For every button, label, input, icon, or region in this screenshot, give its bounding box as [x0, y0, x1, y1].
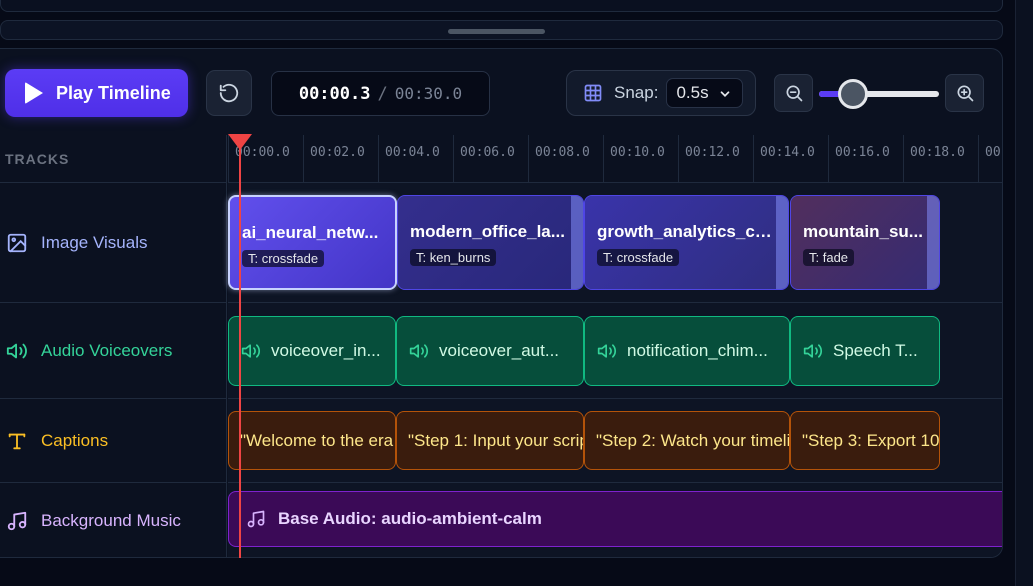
clip-trim-handle[interactable] [571, 196, 583, 289]
ruler-tick: 00:12.0 [678, 135, 740, 183]
music-clip[interactable]: Base Audio: audio-ambient-calm [228, 491, 1002, 547]
ruler-tick: 00:10.0 [603, 135, 665, 183]
speaker-icon [597, 344, 617, 358]
track-lane-image: ai_neural_netw... T: crossfade modern_of… [228, 183, 1002, 303]
ruler-tick: 00:04.0 [378, 135, 440, 183]
current-time: 00:00.3 [298, 83, 371, 104]
zoom-slider-thumb[interactable] [838, 79, 868, 109]
ruler-tick: 00:18.0 [903, 135, 965, 183]
time-ruler[interactable]: 00:00.0 00:02.0 00:04.0 00:06.0 00:08.0 … [228, 135, 1002, 183]
reset-icon [219, 83, 239, 103]
play-timeline-label: Play Timeline [56, 82, 171, 103]
audio-clip[interactable]: Speech T... [790, 316, 940, 386]
track-label-music: Background Music [0, 483, 227, 557]
chevron-down-icon [721, 91, 730, 97]
zoom-out-icon [786, 85, 802, 102]
ruler-tick: 00:06.0 [453, 135, 515, 183]
text-icon [8, 433, 26, 449]
zoom-in-button[interactable] [945, 74, 984, 112]
clip-name: growth_analytics_ch... [597, 222, 779, 241]
ruler-tick: 00:16.0 [828, 135, 890, 183]
clip-name: Base Audio: audio-ambient-calm [278, 509, 542, 528]
zoom-slider[interactable] [819, 91, 939, 97]
clip-text: "Step 2: Watch your timelin [596, 430, 789, 450]
panel-resize-bar[interactable] [0, 20, 1003, 40]
clip-transition: T: ken_burns [410, 249, 497, 266]
clip-transition: T: crossfade [597, 249, 680, 266]
snap-control: Snap: 0.5s [566, 70, 756, 116]
clip-text: "Step 1: Input your scrip [408, 430, 583, 450]
playhead-handle[interactable] [228, 134, 252, 150]
image-clip[interactable]: growth_analytics_ch... T: crossfade [584, 195, 789, 290]
play-timeline-button[interactable]: Play Timeline [5, 69, 188, 117]
clip-text: "Step 3: Export 108 [802, 430, 939, 450]
clip-name: modern_office_la... [410, 222, 565, 241]
caption-clip[interactable]: "Welcome to the era o [228, 411, 396, 470]
audio-clip[interactable]: voiceover_aut... [396, 316, 584, 386]
track-label-captions: Captions [0, 399, 227, 483]
page-scrollbar[interactable] [1015, 0, 1033, 586]
reset-button[interactable] [206, 70, 252, 116]
resize-handle[interactable] [448, 29, 545, 34]
track-label-image: Image Visuals [0, 183, 227, 303]
clip-thumbnail [585, 196, 788, 289]
clip-name: Speech T... [833, 341, 918, 360]
music-icon [7, 511, 27, 530]
clip-name: ai_neural_netw... [242, 223, 379, 242]
time-separator: / [377, 83, 388, 104]
track-name: Image Visuals [41, 232, 148, 252]
snap-value: 0.5s [676, 83, 709, 102]
snap-label: Snap: [614, 83, 659, 102]
clip-transition: T: crossfade [242, 250, 325, 267]
image-icon [7, 233, 27, 252]
speaker-icon [6, 343, 27, 358]
track-name: Captions [41, 430, 109, 450]
track-lane-audio: voiceover_in... voiceover_aut... notific… [228, 303, 1002, 399]
ruler-tick: 00:14.0 [753, 135, 815, 183]
clip-thumbnail [791, 196, 939, 289]
clip-name: mountain_su... [803, 222, 923, 241]
audio-clip[interactable]: notification_chim... [584, 316, 790, 386]
time-display: 00:00.3 / 00:30.0 [271, 71, 490, 116]
clip-thumbnail [398, 196, 583, 289]
track-lane-music: Base Audio: audio-ambient-calm [228, 483, 1002, 557]
tracks-header: TRACKS [0, 135, 227, 183]
grid-icon [584, 84, 602, 102]
caption-clip[interactable]: "Step 1: Input your scrip [396, 411, 584, 470]
clip-text: "Welcome to the era o [240, 430, 395, 450]
audio-clip[interactable]: voiceover_in... [228, 316, 396, 386]
track-lane-captions: "Welcome to the era o "Step 1: Input you… [228, 399, 1002, 483]
ruler-tick: 00:08.0 [528, 135, 590, 183]
speaker-icon [409, 344, 429, 358]
track-name: Background Music [41, 510, 181, 530]
clip-transition: T: fade [803, 249, 855, 266]
total-time: 00:30.0 [394, 84, 463, 103]
clip-trim-handle[interactable] [927, 196, 939, 289]
clip-name: voiceover_aut... [439, 341, 560, 360]
timeline-toolbar: Play Timeline 00:00.3 / 00:30.0 Snap: 0.… [0, 49, 1002, 135]
playhead-line[interactable] [239, 138, 241, 558]
track-name: Audio Voiceovers [41, 340, 173, 360]
track-label-audio: Audio Voiceovers [0, 303, 227, 399]
caption-clip[interactable]: "Step 3: Export 108 [790, 411, 940, 470]
image-clip[interactable]: modern_office_la... T: ken_burns [397, 195, 584, 290]
clip-name: voiceover_in... [271, 341, 381, 360]
top-panel-edge [0, 0, 1003, 12]
caption-clip[interactable]: "Step 2: Watch your timelin [584, 411, 790, 470]
ruler-tick: 00:02.0 [303, 135, 365, 183]
play-icon [25, 82, 43, 104]
clip-name: notification_chim... [627, 341, 768, 360]
image-clip[interactable]: ai_neural_netw... T: crossfade [228, 195, 397, 290]
image-clip[interactable]: mountain_su... T: fade [790, 195, 940, 290]
timeline-panel: Play Timeline 00:00.3 / 00:30.0 Snap: 0.… [0, 48, 1003, 558]
speaker-icon [241, 344, 261, 358]
music-icon [247, 510, 265, 528]
speaker-icon [803, 344, 823, 358]
ruler-tick: 00 [978, 135, 1001, 183]
snap-select[interactable]: 0.5s [666, 78, 744, 108]
clip-trim-handle[interactable] [776, 196, 788, 289]
zoom-out-button[interactable] [774, 74, 813, 112]
zoom-in-icon [957, 85, 973, 102]
